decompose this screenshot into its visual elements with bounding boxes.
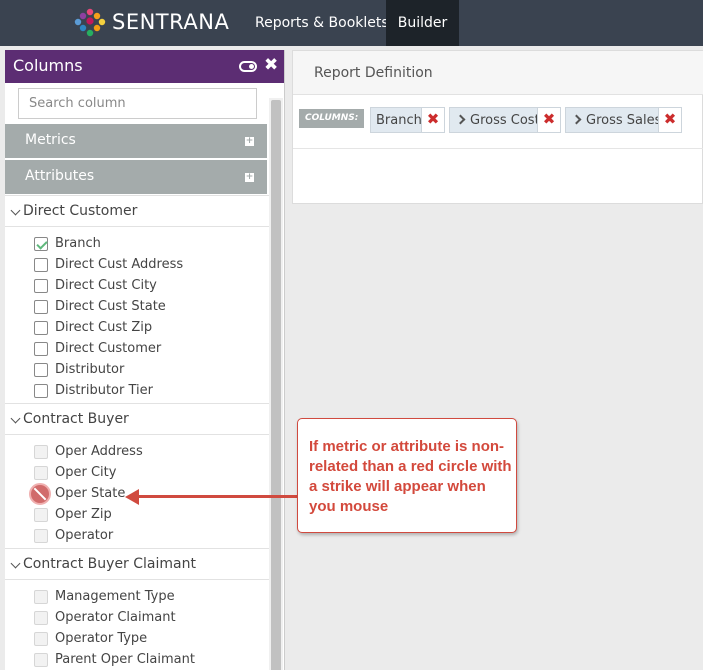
sentrana-logo-icon — [74, 8, 106, 37]
column-pill-gross-cost[interactable]: Gross Cost ✖ — [449, 107, 561, 133]
accordion-label: Metrics — [25, 132, 76, 148]
item-label: Distributor — [55, 362, 125, 377]
not-allowed-icon — [29, 483, 51, 505]
annotation-arrow — [138, 495, 298, 498]
nav-tab-builder[interactable]: Builder — [386, 0, 459, 46]
chevron-down-icon — [10, 413, 21, 424]
group-label: Contract Buyer — [23, 411, 129, 427]
remove-x-icon[interactable]: ✖ — [658, 108, 681, 132]
pill-label: Branch — [376, 113, 422, 128]
item-label: Operator — [55, 528, 114, 543]
checkbox[interactable] — [34, 321, 48, 335]
item-label: Oper City — [55, 465, 117, 480]
item-label: Oper Zip — [55, 507, 112, 522]
accordion-label: Attributes — [25, 168, 95, 184]
item-label: Oper State — [55, 486, 126, 501]
checkbox[interactable] — [34, 384, 48, 398]
item-label: Operator Claimant — [55, 610, 176, 625]
report-definition-title: Report Definition — [314, 65, 433, 81]
annotation-callout: If metric or attribute is non-related th… — [297, 418, 517, 533]
column-pill-branch[interactable]: Branch ✖ — [370, 107, 445, 133]
columns-panel: Columns ✖ Metrics + Attributes + Direct … — [5, 50, 285, 670]
checkbox-disabled — [34, 632, 48, 646]
brand-name: SENTRANA — [112, 10, 230, 34]
chevron-right-icon[interactable] — [455, 114, 466, 125]
item-label: Operator Type — [55, 631, 148, 646]
group-label: Contract Buyer Claimant — [23, 556, 196, 572]
checkbox-disabled — [34, 466, 48, 480]
item-label: Direct Cust State — [55, 299, 166, 314]
pill-label: Gross Sales — [586, 113, 662, 128]
checkbox[interactable] — [34, 363, 48, 377]
item-label: Direct Cust City — [55, 278, 157, 293]
checkbox-disabled — [34, 590, 48, 604]
expand-plus-icon[interactable]: + — [245, 137, 254, 146]
group-label: Direct Customer — [23, 203, 138, 219]
report-definition-header: Report Definition — [293, 51, 703, 95]
item-label: Oper Address — [55, 444, 143, 459]
checkbox-disabled — [34, 445, 48, 459]
group-header-contract-buyer[interactable]: Contract Buyer — [5, 403, 269, 435]
columns-tag: COLUMNS: — [299, 109, 365, 128]
checkbox-disabled — [34, 529, 48, 543]
checkbox-disabled — [34, 611, 48, 625]
accordion-metrics[interactable]: Metrics + — [5, 124, 267, 158]
close-icon[interactable]: ✖ — [264, 55, 278, 75]
checkbox[interactable] — [34, 300, 48, 314]
column-pill-gross-sales[interactable]: Gross Sales ✖ — [565, 107, 682, 133]
item-label: Parent Oper Claimant — [55, 652, 195, 667]
divider — [293, 148, 703, 149]
top-nav-bar: SENTRANA Reports & Booklets Builder — [0, 0, 703, 46]
scrollbar-thumb[interactable] — [271, 100, 281, 670]
checkbox-disabled — [34, 508, 48, 522]
remove-x-icon[interactable]: ✖ — [537, 108, 560, 132]
accordion-attributes[interactable]: Attributes + — [5, 160, 267, 194]
toggle-icon[interactable] — [239, 61, 257, 72]
checkbox[interactable] — [34, 258, 48, 272]
report-definition-panel: Report Definition COLUMNS: Branch ✖ Gros… — [292, 50, 703, 204]
chevron-down-icon — [10, 205, 21, 216]
search-column-input[interactable] — [18, 88, 257, 119]
columns-panel-header: Columns ✖ — [5, 50, 284, 83]
panel-title: Columns — [13, 56, 83, 75]
nav-tab-reports-booklets[interactable]: Reports & Booklets — [240, 0, 404, 46]
item-label: Direct Customer — [55, 341, 162, 356]
checkbox[interactable] — [34, 342, 48, 356]
chevron-down-icon — [10, 558, 21, 569]
group-header-contract-buyer-claimant[interactable]: Contract Buyer Claimant — [5, 548, 269, 580]
item-label: Branch — [55, 236, 101, 251]
chevron-right-icon[interactable] — [571, 114, 582, 125]
item-label: Management Type — [55, 589, 175, 604]
item-label: Direct Cust Address — [55, 257, 184, 272]
item-label: Distributor Tier — [55, 383, 153, 398]
checkbox-disabled — [34, 653, 48, 667]
checkbox-checked[interactable] — [34, 237, 48, 251]
item-label: Direct Cust Zip — [55, 320, 153, 335]
pill-label: Gross Cost — [470, 113, 540, 128]
remove-x-icon[interactable]: ✖ — [421, 108, 444, 132]
expand-plus-icon[interactable]: + — [245, 173, 254, 182]
annotation-arrowhead — [125, 489, 139, 505]
annotation-text: If metric or attribute is non-related th… — [309, 438, 512, 515]
checkbox[interactable] — [34, 279, 48, 293]
group-header-direct-customer[interactable]: Direct Customer — [5, 195, 269, 227]
